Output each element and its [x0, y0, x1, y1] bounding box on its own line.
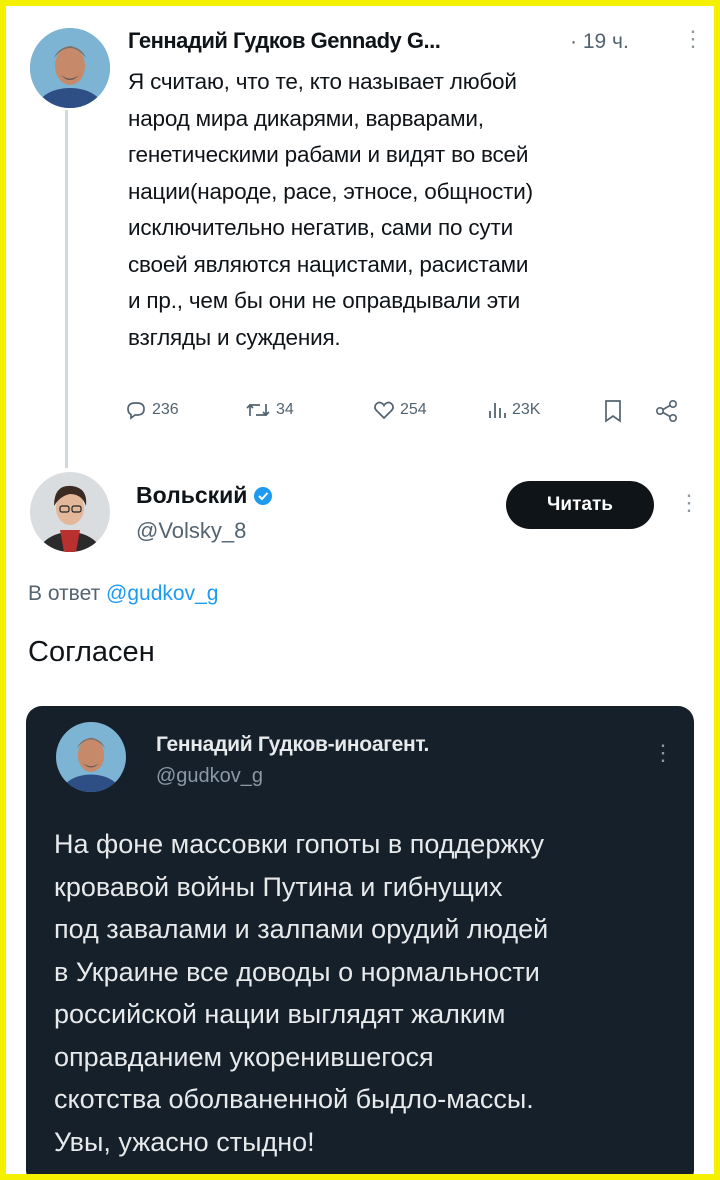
- repost-button[interactable]: 34: [244, 398, 294, 422]
- text-line: исключительно негатив, сами по сути: [128, 215, 513, 240]
- text-line: под завалами и залпами орудий людей: [54, 914, 549, 944]
- text-line: нации(народе, расе, этносе, общности): [128, 178, 533, 204]
- quoted-author-handle[interactable]: @gudkov_g: [156, 765, 263, 788]
- reply-prefix: В ответ: [28, 582, 101, 605]
- bookmark-button[interactable]: [602, 398, 624, 424]
- views-icon: [489, 403, 506, 418]
- reply-tweet-text: Согласен: [28, 636, 155, 668]
- repost-icon: [246, 403, 270, 417]
- reply-author-name: Вольский: [136, 482, 248, 508]
- text-line: своей являются нацистами, расистами: [128, 251, 529, 277]
- text-line: и пр., чем бы они не оправдывали эти: [128, 288, 521, 313]
- volsky-avatar[interactable]: [30, 472, 110, 552]
- more-vertical-icon[interactable]: ⋮: [682, 28, 704, 50]
- follow-button[interactable]: Читать: [506, 481, 654, 529]
- more-vertical-icon[interactable]: ⋮: [652, 742, 674, 764]
- quoted-author-name[interactable]: Геннадий Гудков-иноагент.: [156, 733, 429, 757]
- text-line: скотства оболваненной быдло-массы.: [54, 1084, 534, 1114]
- like-button[interactable]: 254: [372, 398, 427, 422]
- text-line: кровавой войны Путина и гибнущих: [54, 871, 503, 902]
- verified-badge-icon: [254, 486, 273, 505]
- reply-button[interactable]: 236: [124, 398, 179, 422]
- views-count: 23K: [512, 401, 541, 418]
- reply-author-name-row[interactable]: Вольский: [136, 482, 273, 509]
- share-icon: [655, 399, 678, 422]
- gudkov-avatar[interactable]: [30, 28, 110, 108]
- more-vertical-icon[interactable]: ⋮: [678, 492, 700, 514]
- text-line: в Украине все доводы о нормальности: [54, 956, 540, 987]
- text-line: Увы, ужасно стыдно!: [54, 1126, 315, 1157]
- tweet-actions-bar: 236 34 254 23K: [124, 398, 694, 428]
- views-button[interactable]: 23K: [486, 398, 540, 422]
- text-line: оправданием укоренившегося: [54, 1041, 434, 1072]
- reply-to-link[interactable]: @gudkov_g: [106, 582, 218, 605]
- share-button[interactable]: [654, 398, 680, 424]
- bookmark-icon: [605, 400, 621, 423]
- text-line: На фоне массовки гопоты в поддержку: [54, 829, 545, 859]
- reply-icon: [127, 402, 145, 420]
- main-tweet-time[interactable]: · 19 ч.: [570, 30, 629, 54]
- main-tweet-text: Я считаю, что те, кто называет любой нар…: [128, 64, 688, 356]
- time-value: 19 ч.: [582, 30, 629, 53]
- reply-count: 236: [152, 401, 179, 418]
- screenshot-frame: Геннадий Гудков Gennady G... · 19 ч. ⋮ Я…: [6, 6, 714, 1174]
- text-line: взгляды и суждения.: [128, 324, 341, 350]
- text-line: народ мира дикарями, варварами,: [128, 105, 484, 131]
- quoted-tweet-text: На фоне массовки гопоты в поддержку кров…: [54, 823, 694, 1163]
- repost-count: 34: [276, 401, 294, 418]
- quoted-author-avatar[interactable]: [56, 722, 126, 792]
- reply-author-handle[interactable]: @Volsky_8: [136, 518, 246, 544]
- thread-line: [65, 110, 68, 468]
- replying-to: В ответ @gudkov_g: [28, 582, 218, 606]
- like-count: 254: [400, 401, 427, 418]
- heart-icon: [374, 401, 394, 420]
- time-separator: ·: [570, 30, 577, 53]
- text-line: генетическими рабами и видят во всей: [128, 142, 529, 167]
- text-line: Я считаю, что те, кто называет любой: [128, 69, 517, 94]
- text-line: российской нации выглядят жалким: [54, 999, 506, 1029]
- main-author-name[interactable]: Геннадий Гудков Gennady G...: [128, 28, 441, 54]
